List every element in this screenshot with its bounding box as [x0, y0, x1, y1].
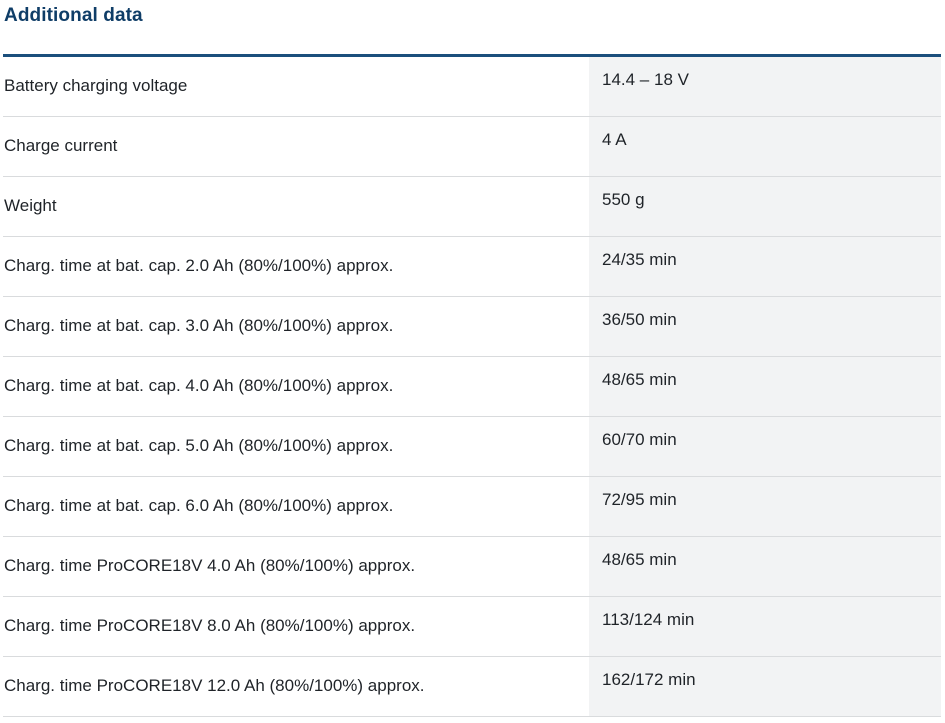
table-row: Charg. time ProCORE18V 12.0 Ah (80%/100%…: [3, 657, 941, 717]
spec-value: 113/124 min: [589, 597, 941, 656]
spec-label: Charg. time ProCORE18V 4.0 Ah (80%/100%)…: [4, 556, 416, 575]
spec-value: 72/95 min: [589, 477, 941, 536]
spec-label: Charg. time at bat. cap. 3.0 Ah (80%/100…: [4, 316, 394, 335]
spec-value: 48/65 min: [589, 357, 941, 416]
table-row: Weight 550 g: [3, 177, 941, 237]
spec-label: Charg. time at bat. cap. 2.0 Ah (80%/100…: [4, 256, 394, 275]
table-row: Charg. time at bat. cap. 4.0 Ah (80%/100…: [3, 357, 941, 417]
spec-value: 14.4 – 18 V: [589, 57, 941, 116]
table-row: Charg. time ProCORE18V 4.0 Ah (80%/100%)…: [3, 537, 941, 597]
table-row: Charg. time at bat. cap. 5.0 Ah (80%/100…: [3, 417, 941, 477]
table-row: Battery charging voltage 14.4 – 18 V: [3, 57, 941, 117]
spec-label: Charg. time at bat. cap. 5.0 Ah (80%/100…: [4, 436, 394, 455]
spec-label: Charge current: [4, 136, 118, 155]
table-row: Charg. time at bat. cap. 3.0 Ah (80%/100…: [3, 297, 941, 357]
spec-value: 60/70 min: [589, 417, 941, 476]
spec-value: 4 A: [589, 117, 941, 176]
spec-value: 24/35 min: [589, 237, 941, 296]
spec-value: 550 g: [589, 177, 941, 236]
table-row: Charg. time at bat. cap. 6.0 Ah (80%/100…: [3, 477, 941, 537]
table-row: Charge current 4 A: [3, 117, 941, 177]
spec-label: Charg. time ProCORE18V 8.0 Ah (80%/100%)…: [4, 616, 416, 635]
spec-label: Battery charging voltage: [4, 76, 188, 95]
table-row: Charg. time ProCORE18V 8.0 Ah (80%/100%)…: [3, 597, 941, 657]
spec-label: Weight: [4, 196, 57, 215]
spec-value: 162/172 min: [589, 657, 941, 716]
spec-value: 48/65 min: [589, 537, 941, 596]
table-row: Charg. time at bat. cap. 2.0 Ah (80%/100…: [3, 237, 941, 297]
spec-label: Charg. time at bat. cap. 4.0 Ah (80%/100…: [4, 376, 394, 395]
spec-label: Charg. time at bat. cap. 6.0 Ah (80%/100…: [4, 496, 394, 515]
spec-value: 36/50 min: [589, 297, 941, 356]
spec-label: Charg. time ProCORE18V 12.0 Ah (80%/100%…: [4, 676, 425, 695]
specs-table: Battery charging voltage 14.4 – 18 V Cha…: [3, 57, 941, 717]
section-title: Additional data: [4, 5, 143, 26]
